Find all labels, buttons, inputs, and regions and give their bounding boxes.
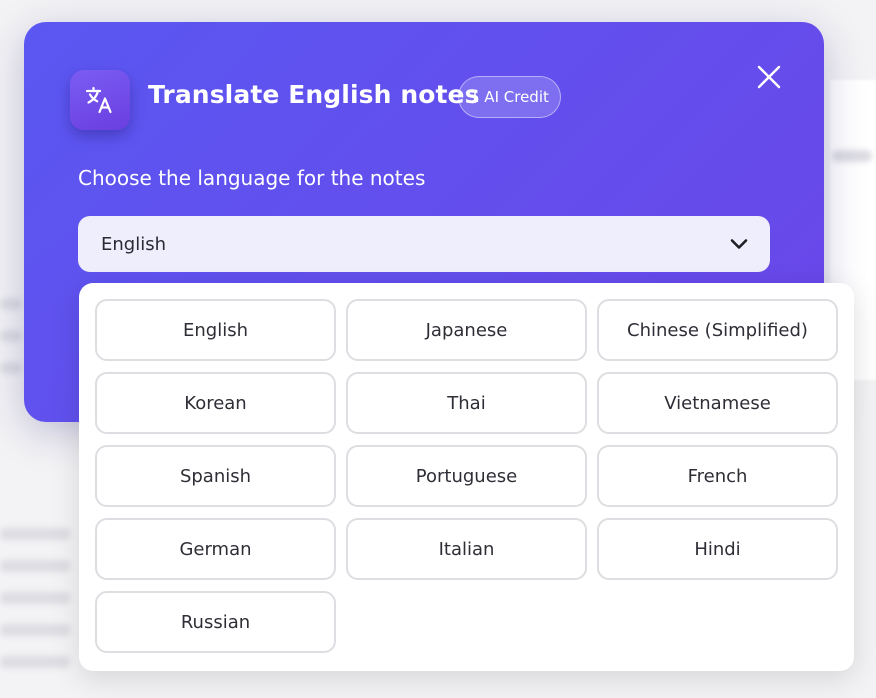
background-text-line (0, 528, 70, 540)
language-option-russian[interactable]: Russian (95, 591, 336, 653)
close-icon (757, 65, 781, 89)
modal-subtitle: Choose the language for the notes (78, 166, 426, 190)
language-dropdown: English Japanese Chinese (Simplified) Ko… (79, 283, 854, 671)
language-option-hindi[interactable]: Hindi (597, 518, 838, 580)
background-text-line (0, 330, 22, 342)
background-text-line (0, 656, 70, 668)
language-option-vietnamese[interactable]: Vietnamese (597, 372, 838, 434)
language-options-grid: English Japanese Chinese (Simplified) Ko… (95, 299, 838, 653)
modal-title: Translate English notes (148, 80, 480, 109)
background-text-line (0, 362, 22, 374)
language-option-spanish[interactable]: Spanish (95, 445, 336, 507)
language-option-portuguese[interactable]: Portuguese (346, 445, 587, 507)
language-option-thai[interactable]: Thai (346, 372, 587, 434)
language-option-english[interactable]: English (95, 299, 336, 361)
language-select-value: English (101, 233, 166, 255)
language-option-italian[interactable]: Italian (346, 518, 587, 580)
background-text-line (0, 560, 70, 572)
ai-credit-badge: 1 AI Credit (458, 76, 561, 118)
chevron-down-icon (730, 239, 748, 249)
language-option-chinese-simplified[interactable]: Chinese (Simplified) (597, 299, 838, 361)
close-button[interactable] (752, 60, 786, 94)
background-text-line (0, 298, 22, 310)
language-option-german[interactable]: German (95, 518, 336, 580)
background-text-line (0, 592, 70, 604)
language-option-french[interactable]: French (597, 445, 838, 507)
background-text-line (0, 624, 70, 636)
language-option-japanese[interactable]: Japanese (346, 299, 587, 361)
language-select[interactable]: English (78, 216, 770, 272)
translate-icon (70, 70, 130, 130)
language-option-korean[interactable]: Korean (95, 372, 336, 434)
background-text-line (832, 150, 872, 162)
